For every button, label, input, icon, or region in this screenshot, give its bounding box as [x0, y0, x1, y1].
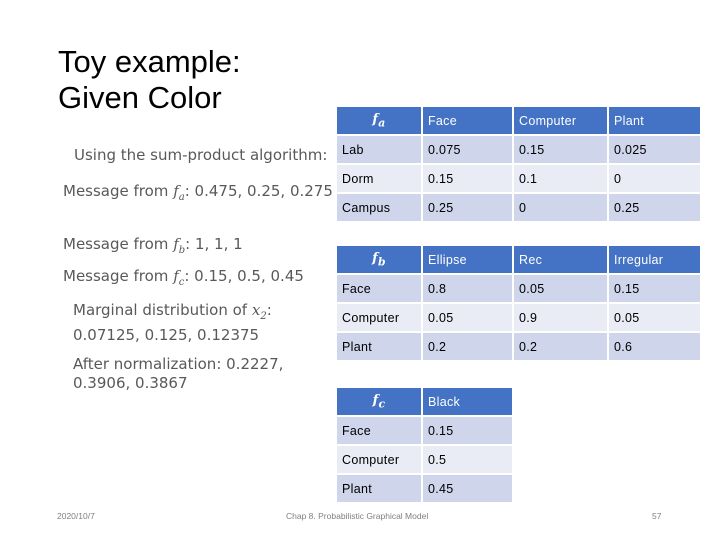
- marginal-prefix: Marginal distribution of: [73, 301, 252, 319]
- intro-text: Using the sum-product algorithm:: [74, 146, 328, 164]
- message-fc: Message from fc: 0.15, 0.5, 0.45: [63, 267, 304, 292]
- table-cell: 0.45: [423, 475, 512, 502]
- table-cell: 0.05: [514, 275, 607, 302]
- row-label: Plant: [337, 333, 421, 360]
- table-cell: 0.1: [514, 165, 607, 192]
- table-row: Plant 0.2 0.2 0.6: [337, 333, 700, 360]
- row-label: Lab: [337, 136, 421, 163]
- table-row: Dorm 0.15 0.1 0: [337, 165, 700, 192]
- factor-sub: c: [378, 397, 386, 411]
- table-header-row: fa Face Computer Plant: [337, 107, 700, 134]
- table-row: Computer 0.5: [337, 446, 512, 473]
- footer-date: 2020/10/7: [57, 511, 95, 521]
- table-row: Plant 0.45: [337, 475, 512, 502]
- row-label: Face: [337, 417, 421, 444]
- marginal-text: Marginal distribution of x2: 0.07125, 0.…: [73, 301, 340, 345]
- title-line-2: Given Color: [58, 80, 222, 115]
- header-cell-factor: fb: [337, 246, 421, 273]
- slide-title: Toy example: Given Color: [58, 44, 241, 116]
- table-cell: 0.2: [423, 333, 512, 360]
- table-cell: 0.15: [514, 136, 607, 163]
- table-cell: 0.2: [514, 333, 607, 360]
- table-fb: fb Ellipse Rec Irregular Face 0.8 0.05 0…: [335, 244, 702, 362]
- table-row: Face 0.8 0.05 0.15: [337, 275, 700, 302]
- table-row: Face 0.15: [337, 417, 512, 444]
- factor-sub: b: [378, 255, 386, 269]
- footer-chapter: Chap 8. Probabilistic Graphical Model: [286, 511, 429, 521]
- table-cell: 0.15: [423, 165, 512, 192]
- header-cell-factor: fc: [337, 388, 421, 415]
- table-cell: 0.05: [609, 304, 700, 331]
- table-fc: fc Black Face 0.15 Computer 0.5 Plant 0.…: [335, 386, 514, 504]
- table-cell: 0.15: [609, 275, 700, 302]
- table-cell: 0.025: [609, 136, 700, 163]
- fa-symbol: fa: [173, 182, 185, 203]
- header-cell-factor: fa: [337, 107, 421, 134]
- message-fb-values: : 1, 1, 1: [185, 235, 243, 253]
- message-fa: Message from fa: 0.475, 0.25, 0.275: [63, 182, 333, 207]
- message-fb: Message from fb: 1, 1, 1: [63, 235, 243, 260]
- row-label: Plant: [337, 475, 421, 502]
- footer-page-number: 57: [652, 511, 662, 521]
- message-fc-prefix: Message from: [63, 267, 174, 285]
- table-cell: 0.075: [423, 136, 512, 163]
- row-label: Computer: [337, 446, 421, 473]
- table-cell: 0: [514, 194, 607, 221]
- fc-symbol: fc: [173, 267, 184, 288]
- factor-sub: a: [378, 116, 386, 130]
- table-cell: 0.6: [609, 333, 700, 360]
- message-fb-prefix: Message from: [63, 235, 174, 253]
- table-cell: 0.8: [423, 275, 512, 302]
- table-row: Lab 0.075 0.15 0.025: [337, 136, 700, 163]
- message-fc-values: : 0.15, 0.5, 0.45: [184, 267, 304, 285]
- header-cell: Black: [423, 388, 512, 415]
- row-label: Campus: [337, 194, 421, 221]
- table-fa: fa Face Computer Plant Lab 0.075 0.15 0.…: [335, 105, 702, 223]
- table-cell: 0.05: [423, 304, 512, 331]
- row-label: Computer: [337, 304, 421, 331]
- x2-symbol: x2: [252, 301, 267, 322]
- table-cell: 0.25: [609, 194, 700, 221]
- table-header-row: fc Black: [337, 388, 512, 415]
- header-cell: Rec: [514, 246, 607, 273]
- row-label: Face: [337, 275, 421, 302]
- table-cell: 0.25: [423, 194, 512, 221]
- message-fa-values: : 0.475, 0.25, 0.275: [184, 182, 333, 200]
- header-cell: Plant: [609, 107, 700, 134]
- header-cell: Ellipse: [423, 246, 512, 273]
- message-fa-prefix: Message from: [63, 182, 174, 200]
- fb-symbol: fb: [173, 235, 185, 256]
- title-line-1: Toy example:: [58, 44, 241, 79]
- header-cell: Irregular: [609, 246, 700, 273]
- header-cell: Face: [423, 107, 512, 134]
- table-cell: 0.15: [423, 417, 512, 444]
- table-cell: 0: [609, 165, 700, 192]
- table-row: Campus 0.25 0 0.25: [337, 194, 700, 221]
- table-cell: 0.9: [514, 304, 607, 331]
- row-label: Dorm: [337, 165, 421, 192]
- header-cell: Computer: [514, 107, 607, 134]
- table-header-row: fb Ellipse Rec Irregular: [337, 246, 700, 273]
- normalized-text: After normalization: 0.2227, 0.3906, 0.3…: [73, 355, 284, 392]
- table-row: Computer 0.05 0.9 0.05: [337, 304, 700, 331]
- table-cell: 0.5: [423, 446, 512, 473]
